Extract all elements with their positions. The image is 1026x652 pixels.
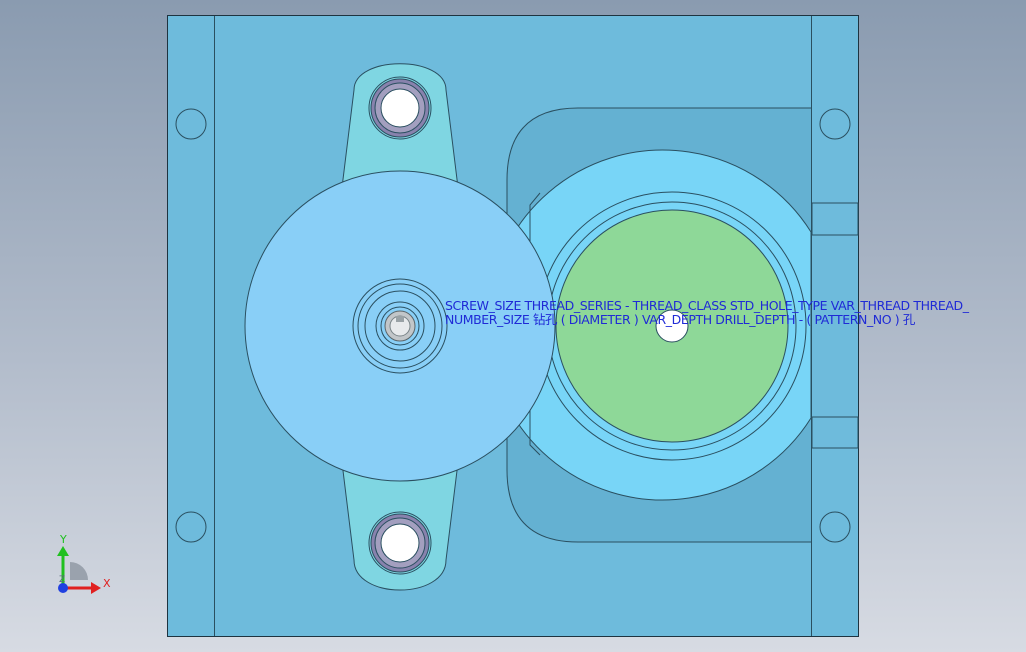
graphics-viewport[interactable]: SCREW_SIZE THREAD_SERIES - THREAD_CLASS … [0,0,1026,652]
flange-hole-bottom[interactable] [380,523,420,563]
hole-callout-line-2[interactable]: NUMBER_SIZE 钻孔 ( DIAMETER ) VAR_DEPTH DR… [445,313,915,327]
coordinate-triad [57,546,101,594]
shaft-keyway [396,316,404,322]
triad-y-label: Y [60,533,67,546]
triad-x-arrow [91,582,101,594]
hole-callout-line-1[interactable]: SCREW_SIZE THREAD_SERIES - THREAD_CLASS … [445,299,969,313]
side-slot-bottom[interactable] [811,416,859,449]
triad-y-arrow [57,546,69,556]
side-slot-top[interactable] [811,202,859,236]
flange-hole-top[interactable] [380,88,420,128]
triad-z-label: Z [59,575,66,585]
triad-x-label: X [103,577,111,590]
triad-swoosh [70,562,88,580]
